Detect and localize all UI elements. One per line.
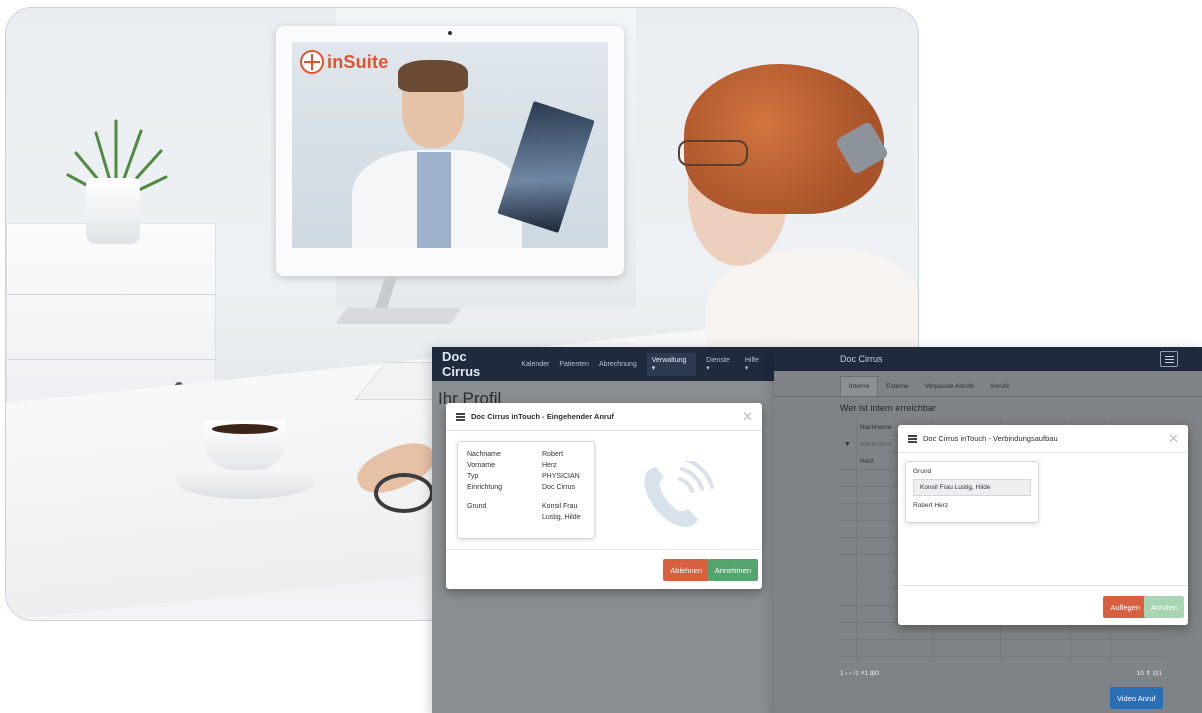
section-title: Wer ist intern erreichbar [840,403,936,413]
incoming-call-modal: Doc Cirrus inTouch - Eingehender Anruf ✕… [446,403,762,589]
nav-hilfe[interactable]: Hilfe ▾ [745,357,764,372]
close-icon[interactable]: ✕ [742,410,753,423]
woman-glasses [678,140,748,166]
monitor-foot [335,308,462,324]
list-icon [908,434,917,443]
monitor: inSuite [276,26,624,276]
doc-cirrus-app-right: Doc Cirrus Interne Externe Verpasste Anr… [774,347,1202,713]
nav-patienten[interactable]: Patienten [559,361,589,368]
modal-title: Doc Cirrus inTouch - Verbindungsaufbau [923,434,1058,443]
nav-kalender[interactable]: Kalender [521,361,549,368]
modal-header: Doc Cirrus inTouch - Verbindungsaufbau [898,425,1188,453]
connection-modal: Doc Cirrus inTouch - Verbindungsaufbau ✕… [898,425,1188,625]
top-navbar: Doc Cirrus [774,347,1202,371]
info-row-einrichtung: Einrichtung Doc Cirrus [467,484,576,491]
pagination[interactable]: 1 ‹ › /1 ≡1 ⊞0 [840,669,879,677]
grund-label: Grund [913,468,932,475]
doctor-shirt [417,152,451,248]
hamburger-menu-icon[interactable] [1160,351,1178,367]
modal-footer: Ablehnen Annehmen [446,549,762,589]
modal-title: Doc Cirrus inTouch - Eingehender Anruf [471,412,614,421]
insuite-cross-icon [300,50,324,74]
video-call-button[interactable]: Video Anruf [1110,687,1163,709]
call-reason-card: Grund Konsil Frau Lustig, Hilde Robert H… [905,461,1039,523]
doc-cirrus-app-left: Doc Cirrus Kalender Patienten Abrechnung… [432,347,774,713]
stethoscope-icon [374,473,434,513]
table-cell-nachname[interactable]: Herz [860,458,874,465]
info-row-nachname: Nachname Robert [467,451,564,458]
table-row [840,623,1164,640]
info-row-typ: Typ PHYSICIAN [467,473,580,480]
caller-info-card: Nachname Robert Vorname Herz Typ PHYSICIAN … [457,441,595,539]
nav-verwaltung[interactable]: Verwaltung ▾ [646,352,697,376]
grund-line-1: Konsil Frau [542,503,578,510]
page-size-selector[interactable]: 10 ⇕ ⊟1 [1137,669,1162,677]
tab-bar: Interne Externe Verpasste Anrufe Anrufe [774,371,1202,397]
tab-externe[interactable]: Externe [878,377,916,396]
insuite-logo: inSuite [300,50,388,74]
table-column-line [856,419,857,659]
cabinet-drawer-line [7,294,215,295]
video-call-screen: inSuite [292,42,608,248]
brand-logo[interactable]: Doc Cirrus [442,349,507,379]
cabinet-drawer-line [7,359,215,360]
decline-button[interactable]: Ablehnen [663,559,709,581]
column-header-nachname[interactable]: Nachname [860,424,891,431]
info-row-grund: Grund Konsil Frau Lustig, Hilde [467,503,581,521]
insuite-logo-text: inSuite [327,51,389,72]
modal-footer: Auflegen Anrufen [898,585,1188,625]
grund-field[interactable]: Konsil Frau Lustig, Hilde [913,479,1031,496]
close-icon[interactable]: ✕ [1168,432,1179,445]
doctor-hair [398,60,468,92]
table-row [840,640,1164,657]
filter-input-nachname[interactable]: Nachname [860,441,891,448]
tab-interne[interactable]: Interne [840,376,879,396]
info-row-vorname: Vorname Herz [467,462,557,469]
webcam-dot [448,31,452,35]
brand-logo[interactable]: Doc Cirrus [840,354,883,364]
filter-icon: ▼ [844,441,851,448]
list-icon [456,412,465,421]
tab-verpasste-anrufe[interactable]: Verpasste Anrufe [917,377,983,396]
call-button[interactable]: Anrufen [1143,596,1184,618]
grund-line-2: Lustig, Hilde [542,514,581,521]
coffee [212,424,278,434]
accept-button[interactable]: Annehmen [707,559,758,581]
nav-dienste[interactable]: Dienste ▾ [706,357,735,372]
top-navbar: Doc Cirrus Kalender Patienten Abrechnung… [432,347,774,381]
xray-image [497,100,595,234]
hangup-button[interactable]: Auflegen [1103,596,1147,618]
tab-anrufe[interactable]: Anrufe [982,377,1017,396]
phone-ringing-icon [644,461,714,528]
callee-name: Robert Herz [913,502,949,509]
nav-abrechnung[interactable]: Abrechnung [599,361,637,368]
modal-header: Doc Cirrus inTouch - Eingehender Anruf [446,403,762,431]
plant-pot [86,178,140,244]
